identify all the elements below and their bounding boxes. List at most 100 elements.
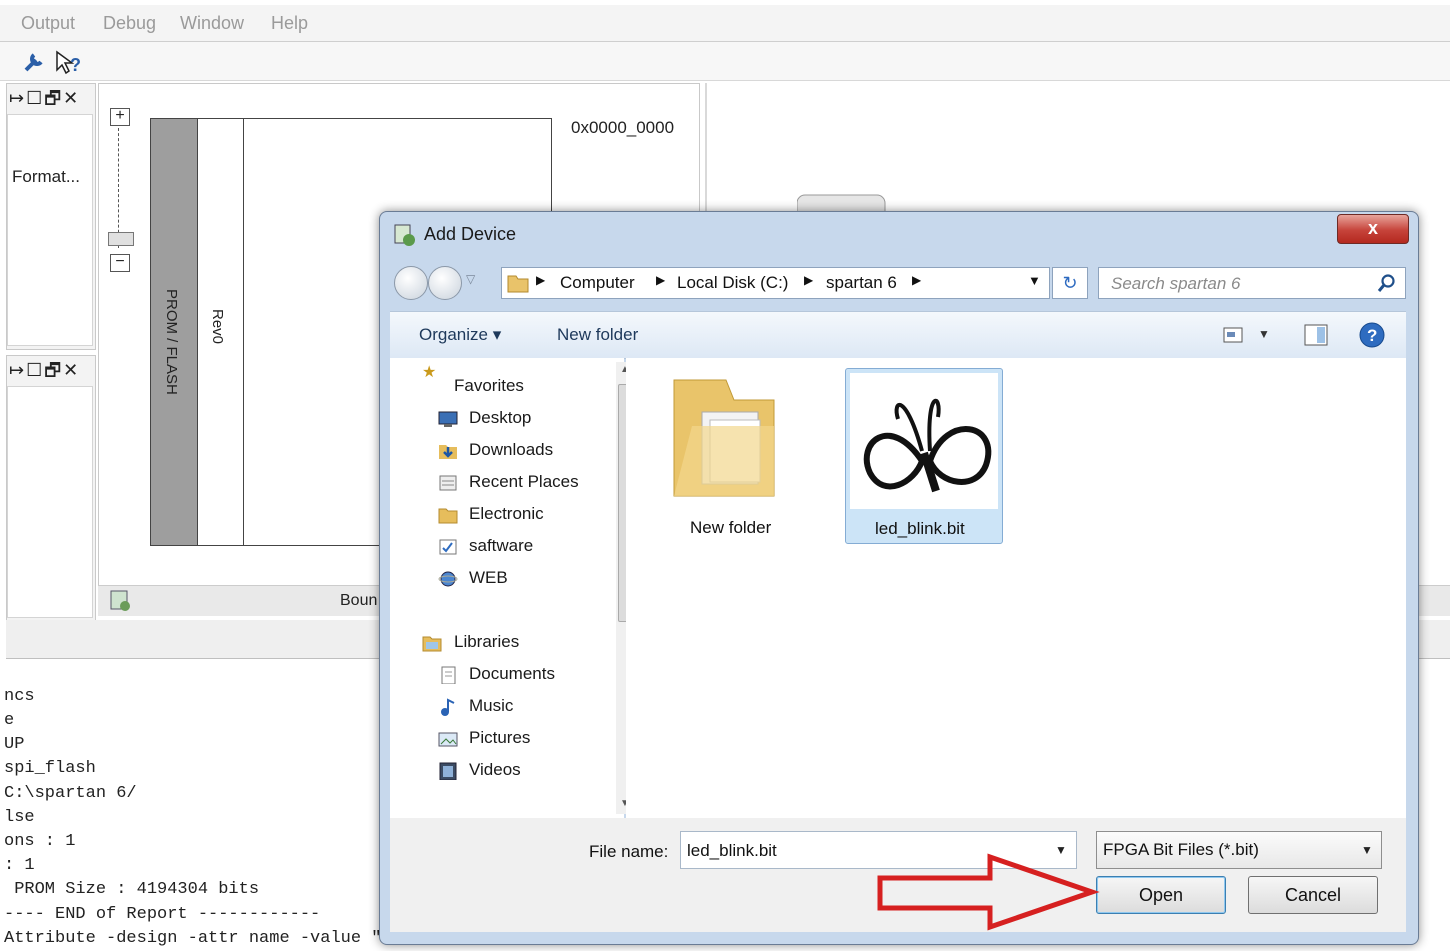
thumbnail bbox=[850, 373, 998, 509]
folder-icon bbox=[438, 508, 458, 524]
recent-places-icon bbox=[439, 475, 457, 491]
desktop-icon bbox=[438, 411, 458, 427]
menu-window[interactable]: Window bbox=[180, 13, 244, 34]
organize-button[interactable]: Organize ▾ bbox=[419, 325, 501, 345]
nav-documents[interactable]: Documents bbox=[469, 664, 555, 684]
navigation-pane: ★ Favorites Desktop Downloads Recent Pla… bbox=[390, 358, 634, 818]
prom-label: PROM / FLASH bbox=[163, 289, 180, 395]
wrench-icon[interactable] bbox=[22, 50, 48, 74]
videos-icon bbox=[439, 762, 457, 780]
nav-pictures[interactable]: Pictures bbox=[469, 728, 530, 748]
rev-label: Rev0 bbox=[209, 309, 226, 345]
web-icon bbox=[438, 571, 458, 587]
new-folder-button[interactable]: New folder bbox=[557, 325, 638, 345]
downloads-icon bbox=[439, 445, 457, 459]
search-box[interactable]: Search spartan 6 bbox=[1098, 267, 1406, 299]
back-button[interactable] bbox=[394, 266, 428, 300]
boundary-scan-tab[interactable]: Boun bbox=[340, 592, 377, 610]
view-icon[interactable] bbox=[1223, 326, 1245, 344]
file-type-dropdown-icon[interactable]: ▼ bbox=[1361, 843, 1373, 857]
menu-help[interactable]: Help bbox=[271, 13, 308, 34]
prom-bar: PROM / FLASH bbox=[151, 119, 198, 545]
zoom-in-button[interactable]: + bbox=[110, 108, 130, 126]
forward-button[interactable] bbox=[428, 266, 462, 300]
help-pointer-icon[interactable]: ? bbox=[54, 50, 84, 76]
nav-music[interactable]: Music bbox=[469, 696, 513, 716]
breadcrumb-arrow-icon[interactable]: ▶ bbox=[536, 273, 545, 287]
console-line: ons : 1 bbox=[4, 832, 76, 851]
console-line: Attribute -design -attr name -value "000… bbox=[4, 929, 423, 948]
folder-icon bbox=[673, 379, 775, 497]
shortcut-icon bbox=[439, 539, 457, 555]
menu-output[interactable]: Output bbox=[21, 13, 75, 34]
nav-buttons: ▽ bbox=[394, 266, 490, 300]
zoom-out-button[interactable]: − bbox=[110, 254, 130, 272]
star-icon: ★ bbox=[422, 364, 437, 381]
nav-downloads[interactable]: Downloads bbox=[469, 440, 553, 460]
preview-pane-icon[interactable] bbox=[1304, 324, 1328, 346]
open-button[interactable]: Open bbox=[1096, 876, 1226, 914]
console-line: lse bbox=[4, 808, 35, 827]
file-item-led-blink[interactable]: led_blink.bit bbox=[845, 368, 1003, 544]
panel-content bbox=[7, 386, 93, 618]
address-dropdown-icon[interactable]: ▼ bbox=[1028, 273, 1041, 288]
refresh-icon[interactable]: ↻ bbox=[1052, 267, 1088, 299]
add-device-dialog: Add Device x ▽ ▶ Computer ▶ Local Disk (… bbox=[379, 211, 1419, 945]
console-output: ncs e UP spi_flash C:\spartan 6/ lse ons… bbox=[0, 660, 422, 951]
breadcrumb-computer[interactable]: Computer bbox=[560, 273, 635, 293]
console-line: ncs bbox=[4, 687, 35, 706]
file-list: New folder led_blink.bit bbox=[626, 358, 1406, 818]
address-label: 0x0000_0000 bbox=[571, 118, 675, 137]
nav-libraries[interactable]: Libraries bbox=[454, 632, 519, 652]
search-placeholder: Search spartan 6 bbox=[1111, 274, 1241, 293]
file-name-value: led_blink.bit bbox=[687, 841, 777, 860]
console-line: : 1 bbox=[4, 856, 35, 875]
file-name: New folder bbox=[690, 518, 772, 537]
left-panel-top: ↦☐🗗✕ Format... bbox=[6, 83, 96, 350]
breadcrumb-arrow-icon[interactable]: ▶ bbox=[656, 273, 665, 287]
rev-column: Rev0 bbox=[197, 119, 244, 545]
breadcrumb-local-disk[interactable]: Local Disk (C:) bbox=[677, 273, 788, 293]
panel-controls[interactable]: ↦☐🗗✕ bbox=[7, 84, 97, 112]
panel-controls[interactable]: ↦☐🗗✕ bbox=[7, 356, 97, 384]
nav-favorites[interactable]: Favorites bbox=[454, 376, 524, 396]
view-dropdown-icon[interactable]: ▼ bbox=[1258, 327, 1270, 341]
file-type-select[interactable]: FPGA Bit Files (*.bit) ▼ bbox=[1096, 831, 1382, 869]
breadcrumb-arrow-icon[interactable]: ▶ bbox=[804, 273, 813, 287]
file-item-new-folder[interactable]: New folder bbox=[666, 368, 796, 542]
cancel-button[interactable]: Cancel bbox=[1248, 876, 1378, 914]
nav-web[interactable]: WEB bbox=[469, 568, 508, 588]
svg-text:?: ? bbox=[1367, 326, 1377, 345]
pictures-icon bbox=[438, 732, 458, 747]
nav-saftware[interactable]: saftware bbox=[469, 536, 533, 556]
breadcrumb-spartan6[interactable]: spartan 6 bbox=[826, 273, 897, 293]
address-bar[interactable]: ▶ Computer ▶ Local Disk (C:) ▶ spartan 6… bbox=[501, 267, 1050, 299]
breadcrumb-arrow-icon[interactable]: ▶ bbox=[912, 273, 921, 287]
documents-icon bbox=[441, 666, 456, 684]
nav-electronic[interactable]: Electronic bbox=[469, 504, 544, 524]
zoom-slider[interactable]: + − bbox=[108, 106, 134, 274]
red-arrow-icon bbox=[877, 853, 1100, 931]
history-dropdown-icon[interactable]: ▽ bbox=[466, 272, 475, 286]
device-icon bbox=[110, 590, 130, 611]
music-icon bbox=[441, 698, 455, 716]
menu-bar: Output Debug Window Help bbox=[0, 5, 1450, 42]
add-device-icon bbox=[394, 224, 415, 246]
help-icon[interactable]: ? bbox=[1359, 322, 1385, 348]
toolbar: ? bbox=[0, 42, 1450, 81]
format-label[interactable]: Format... bbox=[12, 167, 80, 187]
file-name-label: File name: bbox=[589, 842, 669, 861]
slider-thumb[interactable] bbox=[108, 232, 134, 246]
console-line: e bbox=[4, 711, 15, 730]
panel-content: Format... bbox=[7, 114, 93, 346]
nav-recent-places[interactable]: Recent Places bbox=[469, 472, 579, 492]
close-button[interactable]: x bbox=[1337, 214, 1409, 244]
nav-videos[interactable]: Videos bbox=[469, 760, 521, 780]
svg-text:?: ? bbox=[70, 55, 81, 75]
nav-desktop[interactable]: Desktop bbox=[469, 408, 531, 428]
search-icon[interactable] bbox=[1377, 273, 1397, 293]
console-line: UP bbox=[4, 735, 25, 754]
left-panel-bottom: ↦☐🗗✕ bbox=[6, 355, 96, 622]
menu-debug[interactable]: Debug bbox=[103, 13, 156, 34]
console-line: ---- END of Report ------------ bbox=[4, 905, 321, 924]
